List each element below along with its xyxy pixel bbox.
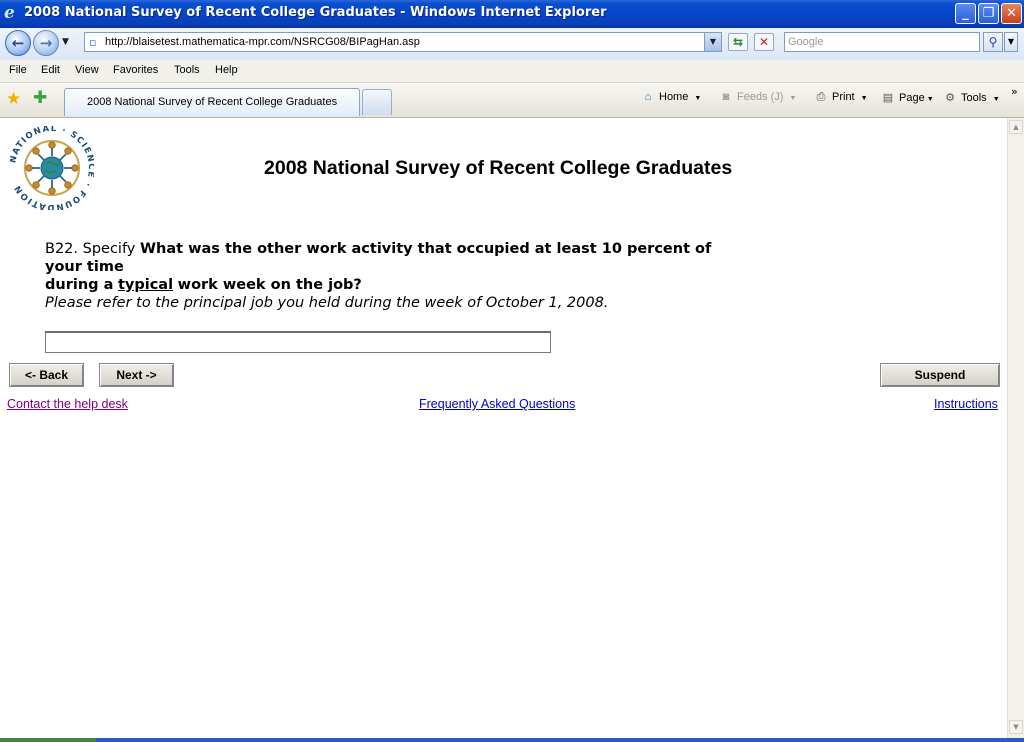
- question-text: B22. Specify What was the other work act…: [45, 240, 745, 294]
- arrow-right-icon: →: [39, 34, 53, 52]
- print-button[interactable]: ⎙ Print ▼: [813, 91, 868, 104]
- page-content: [0, 118, 1007, 738]
- chevron-more-icon[interactable]: »: [1011, 85, 1018, 98]
- minimize-button[interactable]: _: [955, 3, 976, 24]
- home-label: Home: [659, 91, 689, 103]
- menu-bar: File Edit View Favorites Tools Help: [0, 60, 1024, 83]
- page-icon: ▤: [882, 92, 894, 104]
- close-button[interactable]: ✕: [1001, 3, 1022, 24]
- feeds-button[interactable]: ◙ Feeds (J) ▼: [718, 91, 797, 103]
- refresh-button[interactable]: ⇆: [728, 33, 748, 51]
- question-underlined: typical: [117, 277, 174, 293]
- stop-button[interactable]: ✕: [754, 33, 774, 51]
- address-toolbar: ← → ▼ ▫ http://blaisetest.mathematica-mp…: [0, 28, 1024, 60]
- refresh-icon: ⇆: [732, 35, 744, 49]
- answer-text-input[interactable]: [45, 331, 551, 353]
- maximize-button[interactable]: ❐: [978, 3, 999, 24]
- menu-favorites[interactable]: Favorites: [113, 64, 158, 76]
- home-icon: ⌂: [644, 91, 652, 103]
- menu-edit[interactable]: Edit: [41, 64, 60, 76]
- suspend-button[interactable]: Suspend: [880, 363, 1000, 387]
- print-label: Print: [832, 91, 855, 103]
- question-bold-2: during a: [45, 277, 114, 293]
- nsf-logo: NATIONAL · SCIENCE · FOUNDATION: [10, 126, 94, 210]
- vertical-scrollbar[interactable]: ▲ ▼: [1007, 118, 1024, 738]
- address-field[interactable]: ▫ http://blaisetest.mathematica-mpr.com/…: [84, 32, 722, 52]
- menu-view[interactable]: View: [75, 64, 99, 76]
- question-instruction: Please refer to the principal job you he…: [45, 295, 609, 311]
- scroll-down-icon[interactable]: ▼: [1009, 720, 1023, 734]
- search-button[interactable]: ⚲: [983, 32, 1003, 52]
- tab-survey[interactable]: 2008 National Survey of Recent College G…: [64, 88, 360, 116]
- stop-icon: ✕: [758, 35, 770, 49]
- tools-button[interactable]: ⚙ Tools ▼: [942, 91, 1000, 104]
- title-bar: e 2008 National Survey of Recent College…: [0, 0, 1024, 28]
- feeds-icon: ◙: [722, 91, 730, 103]
- taskbar-edge: [0, 738, 1024, 742]
- tools-label: Tools: [961, 92, 987, 104]
- home-dropdown-icon[interactable]: ▼: [694, 95, 701, 102]
- page-button[interactable]: ▤ Page ▼: [880, 91, 934, 104]
- question-bold-1: What was the other work activity that oc…: [45, 241, 712, 275]
- forward-nav-button[interactable]: →: [33, 30, 59, 56]
- tab-bar: ★ ✚ 2008 National Survey of Recent Colle…: [0, 83, 1024, 118]
- back-button[interactable]: <- Back: [9, 363, 84, 387]
- printer-icon: ⎙: [816, 91, 826, 103]
- search-options-dropdown-icon[interactable]: ▼: [1004, 32, 1018, 52]
- question-bold-3: work week on the job?: [177, 277, 362, 293]
- search-icon: ⚲: [988, 35, 998, 49]
- help-desk-link[interactable]: Contact the help desk: [7, 397, 128, 411]
- search-placeholder: Google: [788, 36, 824, 48]
- page-title: 2008 National Survey of Recent College G…: [264, 157, 733, 179]
- scroll-up-icon[interactable]: ▲: [1009, 120, 1023, 134]
- menu-help[interactable]: Help: [215, 64, 238, 76]
- tools-dropdown-icon[interactable]: ▼: [993, 96, 1000, 103]
- new-tab-button[interactable]: [362, 89, 392, 115]
- address-dropdown-icon[interactable]: ▼: [704, 33, 721, 51]
- question-number: B22.: [45, 241, 79, 257]
- next-button[interactable]: Next ->: [99, 363, 174, 387]
- window-title: 2008 National Survey of Recent College G…: [24, 5, 607, 20]
- page-dropdown-icon[interactable]: ▼: [927, 96, 934, 103]
- favorites-star-icon[interactable]: ★: [6, 89, 21, 109]
- add-favorite-icon[interactable]: ✚: [33, 88, 47, 108]
- back-nav-button[interactable]: ←: [5, 30, 31, 56]
- instructions-link[interactable]: Instructions: [934, 397, 998, 411]
- tab-label: 2008 National Survey of Recent College G…: [87, 96, 338, 108]
- feeds-dropdown-icon[interactable]: ▼: [789, 95, 796, 102]
- home-button[interactable]: ⌂ Home ▼: [640, 91, 702, 103]
- feeds-label: Feeds (J): [737, 91, 784, 103]
- history-dropdown-icon[interactable]: ▼: [62, 37, 69, 47]
- print-dropdown-icon[interactable]: ▼: [861, 95, 868, 102]
- page-label: Page: [899, 92, 925, 104]
- search-input[interactable]: Google: [784, 32, 980, 52]
- menu-tools[interactable]: Tools: [174, 64, 200, 76]
- ie-logo-icon: e: [4, 3, 15, 23]
- address-url: http://blaisetest.mathematica-mpr.com/NS…: [105, 36, 420, 48]
- page-icon: ▫: [89, 36, 97, 49]
- faq-link[interactable]: Frequently Asked Questions: [419, 397, 575, 411]
- menu-file[interactable]: File: [9, 64, 27, 76]
- arrow-left-icon: ←: [11, 34, 25, 52]
- gear-icon: ⚙: [945, 92, 955, 104]
- question-lead: Specify: [82, 241, 136, 257]
